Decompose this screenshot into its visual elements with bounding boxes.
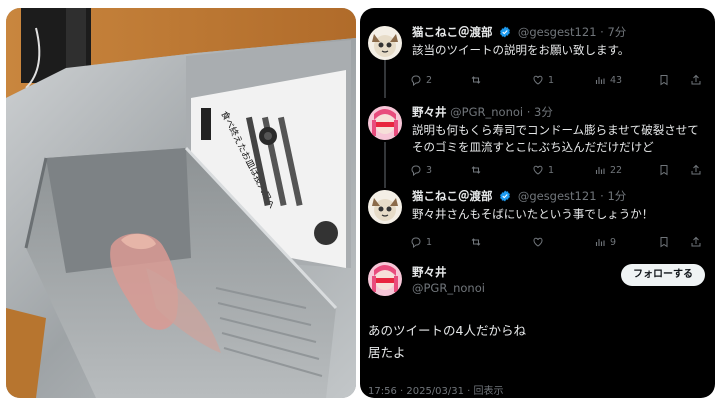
- main-tweet-author: 野々井 @PGR_nonoi: [412, 264, 485, 296]
- reply-icon: [411, 237, 421, 248]
- reply-button[interactable]: 3: [410, 164, 432, 176]
- views-icon: [595, 167, 605, 174]
- avatar[interactable]: [368, 26, 402, 60]
- tweet-actions: 1 9: [410, 236, 710, 250]
- retweet-icon: [471, 238, 481, 246]
- thread-connector: [384, 142, 386, 188]
- tweet-thread: 猫こねこ＠渡部 @gesgest121 · 7分 該当のツイートの説明をお願い致…: [360, 8, 715, 398]
- tweet-time[interactable]: · 3分: [527, 105, 553, 119]
- photo-attachment[interactable]: 食べ終えたお皿は投入口へ: [6, 8, 356, 398]
- tweet-text: 該当のツイートの説明をお願い致します。: [412, 43, 630, 57]
- avatar[interactable]: [368, 106, 402, 140]
- share-button[interactable]: [690, 164, 702, 176]
- display-name[interactable]: 野々井: [412, 105, 447, 119]
- views-icon: [595, 239, 605, 246]
- retweet-icon: [471, 166, 481, 174]
- views-button[interactable]: 9: [594, 236, 616, 248]
- reply-icon: [411, 165, 421, 176]
- retweet-button[interactable]: [470, 74, 486, 86]
- views-button[interactable]: 22: [594, 164, 622, 176]
- main-tweet-text: あのツイートの4人だからね 居たよ: [368, 320, 526, 364]
- view-count: 22: [610, 164, 623, 176]
- tweet-time[interactable]: · 7分: [600, 25, 626, 39]
- tweet-actions: 2 1 43: [410, 74, 710, 88]
- verified-icon: [500, 190, 511, 202]
- share-button[interactable]: [690, 74, 702, 86]
- reply-icon: [411, 75, 421, 86]
- bookmark-button[interactable]: [658, 236, 670, 248]
- like-icon: [533, 165, 543, 175]
- tweet-text: 野々井さんもそばにいたという事でしょうか！: [412, 207, 654, 221]
- views-button[interactable]: 43: [594, 74, 622, 86]
- bookmark-button[interactable]: [658, 74, 670, 86]
- main-tweet-line: あのツイートの4人だからね: [368, 323, 526, 338]
- bookmark-icon: [660, 165, 668, 176]
- bookmark-icon: [660, 237, 668, 248]
- like-icon: [533, 237, 543, 247]
- reply-count: 2: [426, 74, 433, 86]
- verified-icon: [500, 26, 511, 38]
- views-icon: [595, 77, 605, 84]
- tweet-text: 説明も何もくら寿司でコンドーム膨らませて破裂させてそのゴミを皿流すとこにぶち込ん…: [412, 123, 699, 154]
- like-button[interactable]: 1: [532, 164, 554, 176]
- share-icon: [691, 164, 701, 175]
- reply-button[interactable]: 1: [410, 236, 432, 248]
- bookmark-icon: [660, 75, 668, 86]
- like-count: 1: [548, 164, 555, 176]
- avatar[interactable]: [368, 190, 402, 224]
- main-tweet-handle[interactable]: @PGR_nonoi: [412, 280, 485, 296]
- like-button[interactable]: [532, 236, 548, 248]
- main-tweet-name[interactable]: 野々井: [412, 264, 485, 280]
- like-count: 1: [548, 74, 555, 86]
- main-tweet-avatar[interactable]: [368, 262, 402, 296]
- main-tweet-line: 居たよ: [368, 345, 406, 360]
- retweet-icon: [471, 76, 481, 84]
- share-icon: [691, 74, 701, 85]
- share-button[interactable]: [690, 236, 702, 248]
- handle[interactable]: @gesgest121: [518, 25, 597, 39]
- retweet-button[interactable]: [470, 236, 486, 248]
- handle[interactable]: @PGR_nonoi: [450, 105, 523, 119]
- display-name[interactable]: 猫こねこ＠渡部: [412, 189, 493, 203]
- like-button[interactable]: 1: [532, 74, 554, 86]
- view-count: 43: [610, 74, 623, 86]
- share-icon: [691, 236, 701, 247]
- handle[interactable]: @gesgest121: [518, 189, 597, 203]
- retweet-button[interactable]: [470, 164, 486, 176]
- like-icon: [533, 75, 543, 85]
- photo-image: 食べ終えたお皿は投入口へ: [6, 8, 356, 398]
- thread-connector: [384, 58, 386, 98]
- view-count: 9: [610, 236, 617, 248]
- main-tweet-timestamp[interactable]: 17:56 · 2025/03/31 · 回表示: [368, 382, 504, 397]
- tweet-actions: 3 1 22: [410, 164, 710, 178]
- bookmark-button[interactable]: [658, 164, 670, 176]
- tweet-time[interactable]: · 1分: [600, 189, 626, 203]
- display-name[interactable]: 猫こねこ＠渡部: [412, 25, 493, 39]
- reply-button[interactable]: 2: [410, 74, 432, 86]
- reply-count: 3: [426, 164, 433, 176]
- reply-count: 1: [426, 236, 433, 248]
- follow-button[interactable]: フォローする: [621, 264, 705, 286]
